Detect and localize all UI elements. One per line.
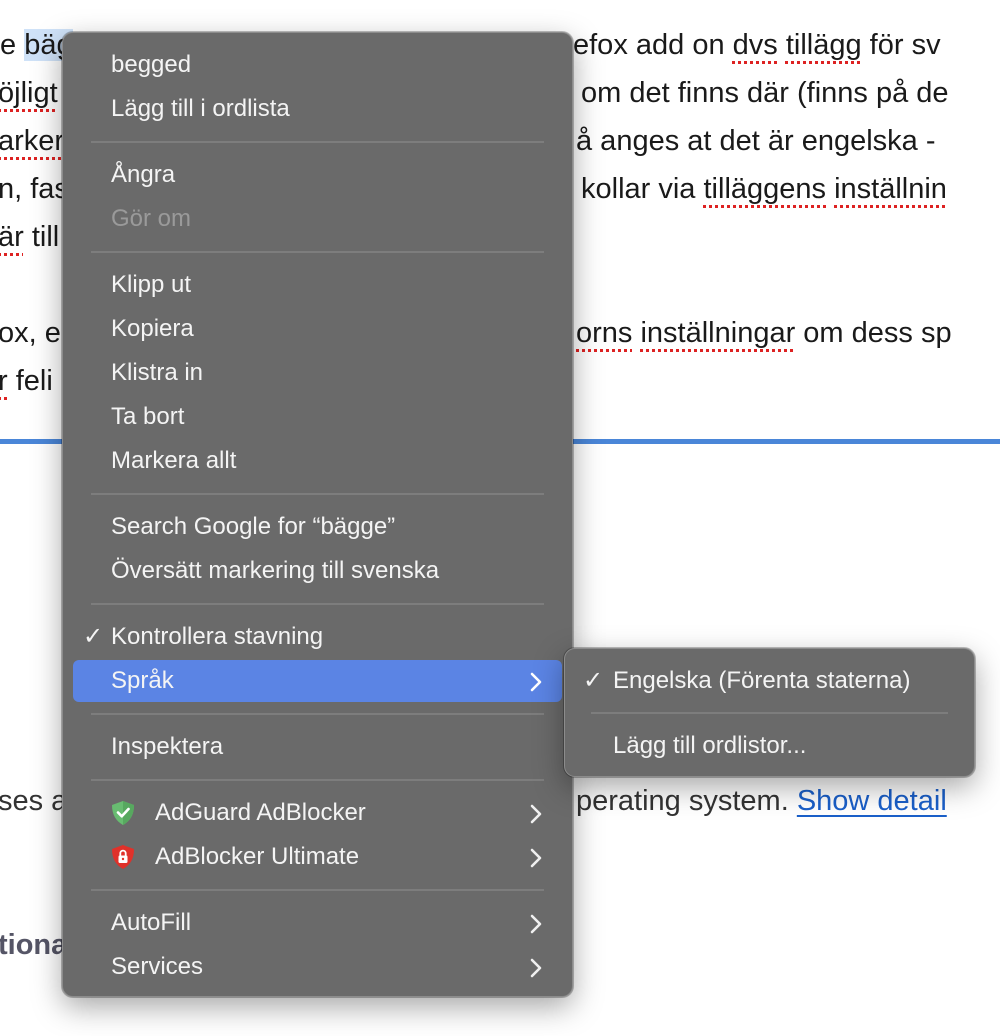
chevron-right-icon bbox=[526, 792, 546, 834]
chevron-right-icon bbox=[526, 946, 546, 988]
submenu-item-add-dictionaries[interactable]: Lägg till ordlistor... bbox=[573, 725, 966, 767]
separator bbox=[91, 603, 544, 605]
text-line-6: ox, e bbox=[0, 317, 61, 349]
text-line-3: arker bbox=[0, 125, 65, 157]
menu-item-cut[interactable]: Klipp ut bbox=[73, 264, 562, 306]
separator bbox=[91, 251, 544, 253]
section-heading: tiona bbox=[0, 929, 68, 961]
menu-item-select-all[interactable]: Markera allt bbox=[73, 440, 562, 482]
text-line-2-right: om det finns där (finns på de bbox=[581, 77, 949, 109]
separator bbox=[91, 779, 544, 781]
os-line-right: perating system. Show detail bbox=[576, 785, 947, 817]
separator bbox=[91, 493, 544, 495]
checkmark-icon: ✓ bbox=[82, 623, 104, 650]
text-line-1-right: efox add on dvs tillägg för sv bbox=[573, 29, 941, 61]
menu-item-paste[interactable]: Klistra in bbox=[73, 352, 562, 394]
text-line-7: r feli bbox=[0, 365, 53, 397]
menu-item-adguard[interactable]: AdGuard AdBlocker bbox=[73, 792, 562, 834]
menu-item-add-to-dictionary[interactable]: Lägg till i ordlista bbox=[73, 88, 562, 130]
separator bbox=[91, 889, 544, 891]
text-line-3-right: å anges at det är engelska - bbox=[576, 125, 936, 157]
language-submenu: ✓ Engelska (Förenta staterna) Lägg till … bbox=[564, 648, 975, 777]
show-details-link[interactable]: Show detail bbox=[797, 785, 947, 817]
text-line-4: n, fas bbox=[0, 173, 69, 205]
menu-item-spelling-suggestion[interactable]: begged bbox=[73, 44, 562, 86]
menu-item-search-google[interactable]: Search Google for “bägge” bbox=[73, 506, 562, 548]
menu-item-inspect[interactable]: Inspektera bbox=[73, 726, 562, 768]
text-line-6-right: orns inställningar om dess sp bbox=[576, 317, 952, 349]
menu-item-autofill[interactable]: AutoFill bbox=[73, 902, 562, 944]
chevron-right-icon bbox=[526, 660, 546, 702]
text-line-4-right: kollar via tilläggens inställnin bbox=[581, 173, 947, 205]
adguard-shield-icon bbox=[109, 799, 137, 827]
menu-item-language[interactable]: Språk bbox=[73, 660, 562, 702]
separator bbox=[91, 713, 544, 715]
submenu-item-english-us[interactable]: ✓ Engelska (Förenta staterna) bbox=[573, 660, 966, 702]
text-line-2: öjligt bbox=[0, 77, 58, 109]
text-line-5: är till bbox=[0, 221, 60, 253]
menu-item-check-spelling[interactable]: ✓ Kontrollera stavning bbox=[73, 616, 562, 658]
chevron-right-icon bbox=[526, 902, 546, 944]
context-menu: begged Lägg till i ordlista Ångra Gör om… bbox=[62, 32, 573, 997]
checkmark-icon: ✓ bbox=[582, 667, 604, 694]
menu-item-delete[interactable]: Ta bort bbox=[73, 396, 562, 438]
menu-item-translate[interactable]: Översätt markering till svenska bbox=[73, 550, 562, 592]
chevron-right-icon bbox=[526, 836, 546, 878]
menu-item-redo: Gör om bbox=[111, 205, 192, 232]
menu-item-undo[interactable]: Ångra bbox=[73, 154, 562, 196]
menu-item-adblocker-ultimate[interactable]: AdBlocker Ultimate bbox=[73, 836, 562, 878]
separator bbox=[91, 141, 544, 143]
os-line-left: ses a bbox=[0, 785, 68, 817]
adblocker-ultimate-shield-icon bbox=[109, 843, 137, 871]
separator bbox=[591, 712, 948, 714]
menu-item-services[interactable]: Services bbox=[73, 946, 562, 988]
menu-item-copy[interactable]: Kopiera bbox=[73, 308, 562, 350]
